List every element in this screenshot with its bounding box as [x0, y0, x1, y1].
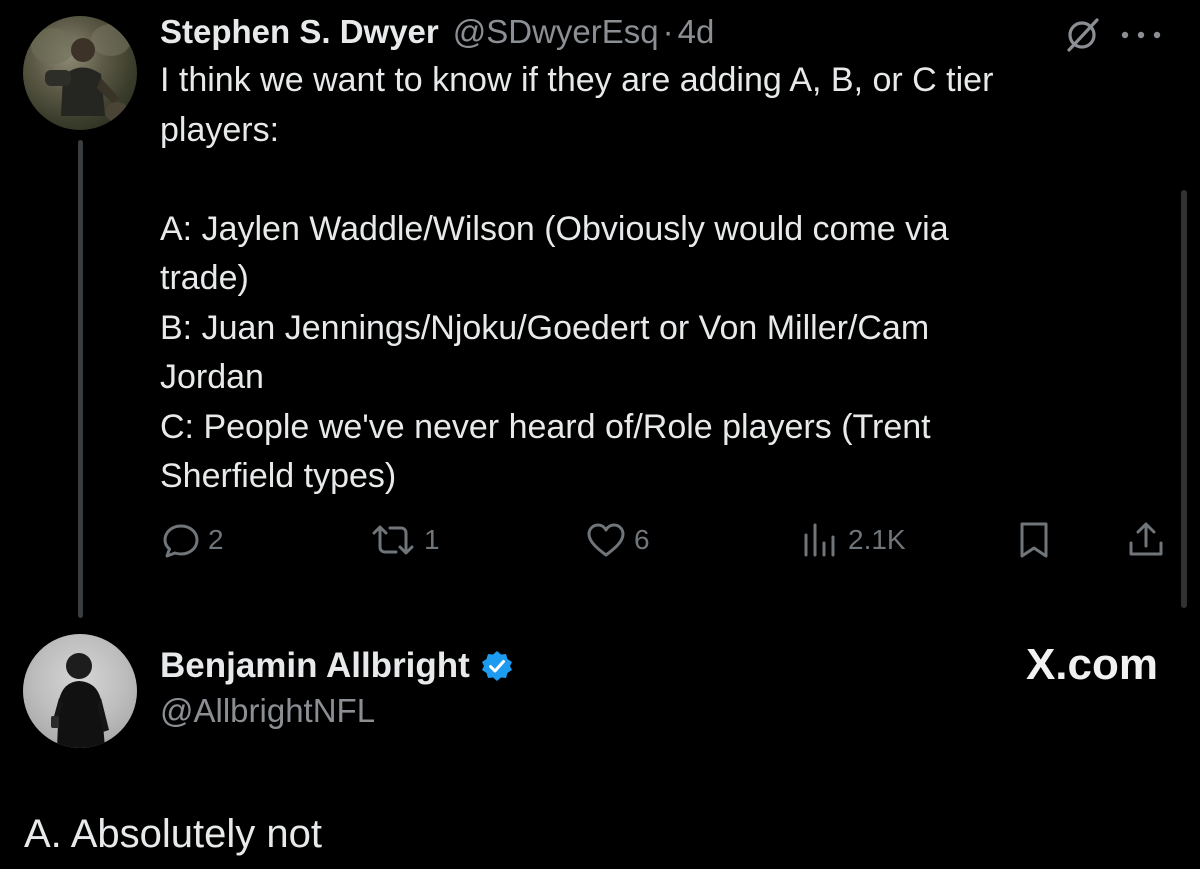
avatar[interactable] [23, 16, 137, 130]
author-handle[interactable]: @SDwyerEsq [453, 13, 659, 51]
repost-count: 1 [424, 524, 440, 555]
tweet-line: Sherfield types) [160, 457, 397, 495]
tweet-text: I think we want to know if they are addi… [160, 56, 1160, 502]
bookmark-icon [1020, 522, 1048, 558]
tweet-line: C: People we've never heard of/Role play… [160, 407, 931, 446]
scrollbar[interactable] [1181, 190, 1187, 608]
verified-badge-icon [481, 651, 512, 681]
tweet-line: B: Juan Jennings/Njoku/Goedert or Von Mi… [160, 308, 930, 347]
reply-author-name[interactable]: Benjamin Allbright [160, 646, 470, 686]
heart-icon [587, 523, 625, 557]
reply-icon [163, 524, 199, 558]
reply-text: A. Absolutely not [24, 812, 322, 856]
like-button[interactable]: 6 [584, 515, 650, 565]
tweet-line: A: Jaylen Waddle/Wilson (Obviously would… [160, 209, 949, 248]
tweet-line: Jordan [160, 358, 264, 396]
reply-author-handle[interactable]: @AllbrightNFL [160, 692, 375, 730]
share-icon [1129, 522, 1163, 556]
repost-icon [372, 525, 414, 555]
repost-button[interactable]: 1 [368, 515, 440, 565]
separator-dot: · [662, 13, 674, 50]
x-com-brand: X.com [1025, 640, 1158, 689]
views-icon [804, 523, 835, 557]
more-icon[interactable] [1113, 14, 1169, 54]
share-button[interactable] [1124, 515, 1168, 565]
tweet-line: players: [160, 110, 280, 149]
tweet-line: ​ [160, 155, 1160, 205]
timestamp[interactable]: 4d [678, 13, 715, 51]
views-count: 2.1K [848, 524, 906, 555]
like-count: 6 [634, 524, 650, 555]
grok-icon[interactable] [1063, 14, 1103, 54]
action-bar: 2 1 6 2.1K [160, 515, 1180, 565]
views-button[interactable]: 2.1K [798, 515, 906, 565]
reply-count: 2 [208, 524, 224, 555]
bookmark-button[interactable] [1012, 515, 1056, 565]
tweet-line: I think we want to know if they are addi… [160, 61, 994, 99]
reply-button[interactable]: 2 [160, 515, 224, 565]
tweet-line: trade) [160, 259, 249, 297]
thread-line [78, 140, 83, 618]
author-name[interactable]: Stephen S. Dwyer [160, 13, 439, 51]
avatar[interactable] [23, 634, 137, 748]
